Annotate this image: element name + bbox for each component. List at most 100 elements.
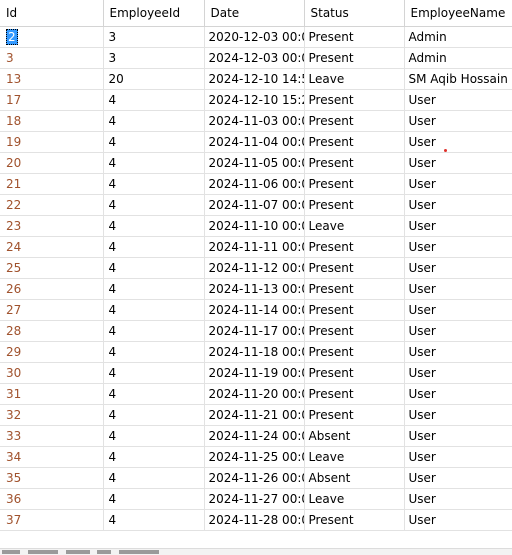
cell-id[interactable]: 26 [0, 278, 104, 300]
cell-status[interactable]: Present [304, 278, 405, 300]
cell-employee-id[interactable]: 4 [103, 173, 205, 195]
cell-status[interactable]: Present [304, 509, 405, 531]
cell-id[interactable]: 23 [0, 215, 104, 237]
cell-status[interactable]: Present [304, 173, 405, 195]
cell-employee-id[interactable]: 4 [103, 320, 205, 342]
cell-status[interactable]: Present [304, 341, 405, 363]
cell-employee-name[interactable]: User [404, 383, 512, 405]
cell-id[interactable]: 36 [0, 488, 104, 510]
cell-employee-name[interactable]: Admin [404, 47, 512, 69]
cell-employee-name[interactable]: User [404, 299, 512, 321]
cell-employee-name[interactable]: User [404, 467, 512, 489]
table-row[interactable]: 3142024-11-20 00:0...PresentUser [0, 383, 512, 405]
cell-date[interactable]: 2024-11-06 00:0... [204, 173, 305, 195]
cell-date[interactable]: 2024-11-13 00:0... [204, 278, 305, 300]
cell-employee-name[interactable]: User [404, 194, 512, 216]
cell-id[interactable]: 22 [0, 194, 104, 216]
cell-date[interactable]: 2024-12-03 00:0... [204, 47, 305, 69]
cell-id[interactable]: 20 [0, 152, 104, 174]
cell-date[interactable]: 2024-12-10 14:5... [204, 68, 305, 90]
cell-status[interactable]: Present [304, 26, 405, 48]
cell-id[interactable]: 34 [0, 446, 104, 468]
cell-employee-name[interactable]: User [404, 446, 512, 468]
table-row[interactable]: 332024-12-03 00:0...PresentAdmin [0, 47, 512, 69]
cell-status[interactable]: Present [304, 383, 405, 405]
cell-employee-name[interactable]: SM Aqib Hossain [404, 68, 512, 90]
cell-employee-name[interactable]: User [404, 110, 512, 132]
cell-status[interactable]: Present [304, 236, 405, 258]
cell-employee-name[interactable]: User [404, 278, 512, 300]
table-row[interactable]: 13202024-12-10 14:5...LeaveSM Aqib Hossa… [0, 68, 512, 90]
table-row[interactable]: 1842024-11-03 00:0...PresentUser [0, 110, 512, 132]
cell-employee-name[interactable]: User [404, 362, 512, 384]
table-row[interactable]: 2542024-11-12 00:0...PresentUser [0, 257, 512, 279]
cell-status[interactable]: Present [304, 131, 405, 153]
cell-employee-name[interactable]: User [404, 257, 512, 279]
table-row[interactable]: 3742024-11-28 00:0...PresentUser [0, 509, 512, 531]
cell-employee-id[interactable]: 4 [103, 467, 205, 489]
table-row[interactable]: 2242024-11-07 00:0...PresentUser [0, 194, 512, 216]
table-row[interactable]: 3242024-11-21 00:0...PresentUser [0, 404, 512, 426]
column-header-status[interactable]: Status [304, 0, 405, 27]
cell-status[interactable]: Present [304, 47, 405, 69]
cell-employee-id[interactable]: 4 [103, 404, 205, 426]
cell-date[interactable]: 2024-11-05 00:0... [204, 152, 305, 174]
cell-employee-id[interactable]: 3 [103, 26, 205, 48]
cell-id[interactable]: 32 [0, 404, 104, 426]
cell-employee-name[interactable]: User [404, 425, 512, 447]
cell-date[interactable]: 2024-12-10 15:2... [204, 89, 305, 111]
cell-employee-name[interactable]: User [404, 152, 512, 174]
cell-status[interactable]: Present [304, 194, 405, 216]
cell-employee-id[interactable]: 4 [103, 383, 205, 405]
cell-status[interactable]: Present [304, 404, 405, 426]
cell-employee-name[interactable]: User [404, 488, 512, 510]
cell-employee-name[interactable]: User [404, 341, 512, 363]
cell-status[interactable]: Absent [304, 467, 405, 489]
cell-employee-id[interactable]: 4 [103, 236, 205, 258]
cell-employee-id[interactable]: 4 [103, 278, 205, 300]
cell-id[interactable]: 37 [0, 509, 104, 531]
cell-id[interactable]: 30 [0, 362, 104, 384]
cell-id[interactable]: 27 [0, 299, 104, 321]
cell-status[interactable]: Leave [304, 68, 405, 90]
cell-employee-id[interactable]: 3 [103, 47, 205, 69]
table-row[interactable]: 1942024-11-04 00:0...PresentUser [0, 131, 512, 153]
cell-id[interactable]: 35 [0, 467, 104, 489]
cell-date[interactable]: 2024-11-28 00:0... [204, 509, 305, 531]
cell-employee-name[interactable]: User [404, 404, 512, 426]
table-row[interactable]: 2 32020-12-03 00:0...PresentAdmin [0, 26, 512, 48]
table-row[interactable]: 2942024-11-18 00:0...PresentUser [0, 341, 512, 363]
cell-id[interactable]: 29 [0, 341, 104, 363]
cell-date[interactable]: 2024-11-14 00:0... [204, 299, 305, 321]
cell-date[interactable]: 2024-11-26 00:0... [204, 467, 305, 489]
cell-date[interactable]: 2020-12-03 00:0... [204, 26, 305, 48]
cell-employee-id[interactable]: 4 [103, 446, 205, 468]
cell-date[interactable]: 2024-11-20 00:0... [204, 383, 305, 405]
cell-date[interactable]: 2024-11-11 00:0... [204, 236, 305, 258]
cell-employee-name[interactable]: User [404, 215, 512, 237]
cell-status[interactable]: Leave [304, 446, 405, 468]
table-row[interactable]: 2842024-11-17 00:0...PresentUser [0, 320, 512, 342]
cell-date[interactable]: 2024-11-17 00:0... [204, 320, 305, 342]
column-header-id[interactable]: Id [0, 0, 104, 27]
table-row[interactable]: 1742024-12-10 15:2...PresentUser [0, 89, 512, 111]
cell-id[interactable]: 24 [0, 236, 104, 258]
table-row[interactable]: 3442024-11-25 00:0...LeaveUser [0, 446, 512, 468]
cell-employee-id[interactable]: 4 [103, 257, 205, 279]
cell-employee-id[interactable]: 4 [103, 488, 205, 510]
table-row[interactable]: 3642024-11-27 00:0...LeaveUser [0, 488, 512, 510]
cell-status[interactable]: Present [304, 110, 405, 132]
cell-id[interactable]: 21 [0, 173, 104, 195]
table-row[interactable]: 3342024-11-24 00:0...AbsentUser [0, 425, 512, 447]
cell-date[interactable]: 2024-11-21 00:0... [204, 404, 305, 426]
cell-date[interactable]: 2024-11-04 00:0... [204, 131, 305, 153]
cell-date[interactable]: 2024-11-25 00:0... [204, 446, 305, 468]
cell-date[interactable]: 2024-11-07 00:0... [204, 194, 305, 216]
cell-status[interactable]: Absent [304, 425, 405, 447]
cell-id[interactable]: 31 [0, 383, 104, 405]
cell-id[interactable]: 17 [0, 89, 104, 111]
column-header-date[interactable]: Date [204, 0, 305, 27]
cell-date[interactable]: 2024-11-18 00:0... [204, 341, 305, 363]
cell-id[interactable]: 28 [0, 320, 104, 342]
cell-employee-name[interactable]: User [404, 131, 512, 153]
